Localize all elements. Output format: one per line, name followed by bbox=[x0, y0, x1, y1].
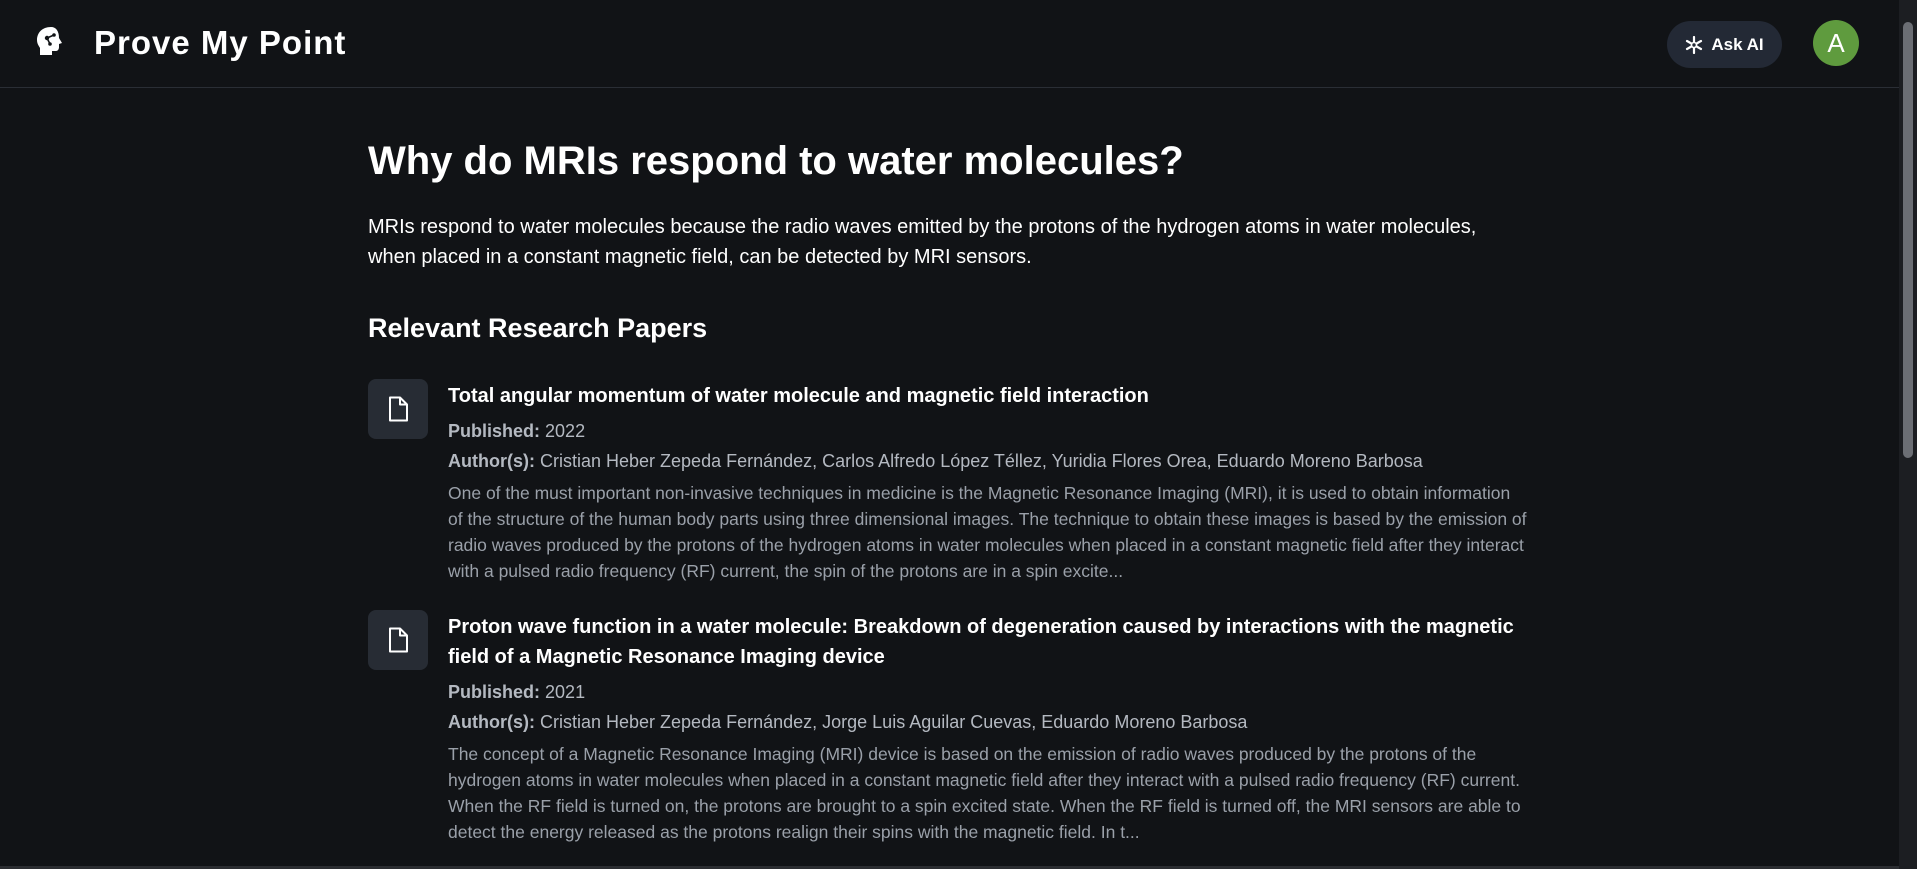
paper-abstract: The concept of a Magnetic Resonance Imag… bbox=[448, 744, 1521, 842]
document-icon bbox=[368, 379, 428, 439]
brand-title[interactable]: Prove My Point bbox=[94, 22, 346, 64]
head-circuit-icon[interactable] bbox=[34, 24, 70, 60]
user-avatar[interactable]: A bbox=[1813, 20, 1859, 66]
paper-item: Proton wave function in a water molecule… bbox=[368, 610, 1528, 845]
document-icon bbox=[368, 610, 428, 670]
published-value: 2021 bbox=[545, 682, 586, 702]
paper-authors: Author(s): Cristian Heber Zepeda Fernánd… bbox=[448, 450, 1528, 472]
authors-label: Author(s): bbox=[448, 451, 535, 471]
paper-title[interactable]: Proton wave function in a water molecule… bbox=[448, 610, 1528, 672]
published-label: Published: bbox=[448, 421, 541, 441]
paper-item: Total angular momentum of water molecule… bbox=[368, 379, 1528, 584]
published-value: 2022 bbox=[545, 421, 586, 441]
paper-published: Published: 2022 bbox=[448, 420, 1528, 442]
question-title: Why do MRIs respond to water molecules? bbox=[368, 139, 1184, 183]
published-label: Published: bbox=[448, 682, 541, 702]
authors-label: Author(s): bbox=[448, 712, 535, 732]
paper-authors: Author(s): Cristian Heber Zepeda Fernánd… bbox=[448, 711, 1528, 733]
ask-ai-button[interactable]: Ask AI bbox=[1667, 21, 1782, 68]
sparkle-icon bbox=[1685, 35, 1703, 54]
authors-value: Cristian Heber Zepeda Fernández, Carlos … bbox=[540, 451, 1423, 471]
scrollbar-thumb[interactable] bbox=[1903, 22, 1913, 458]
paper-abstract: One of the must important non-invasive t… bbox=[448, 483, 1527, 581]
authors-value: Cristian Heber Zepeda Fernández, Jorge L… bbox=[540, 712, 1248, 732]
paper-published: Published: 2021 bbox=[448, 681, 1528, 703]
section-title: Relevant Research Papers bbox=[368, 313, 708, 343]
answer-text: MRIs respond to water molecules because … bbox=[368, 216, 1477, 268]
main-content: Why do MRIs respond to water molecules? … bbox=[368, 130, 1528, 845]
paper-title[interactable]: Total angular momentum of water molecule… bbox=[448, 379, 1528, 411]
ask-ai-label: Ask AI bbox=[1711, 34, 1764, 54]
top-header: Prove My Point Ask AI A bbox=[0, 0, 1899, 88]
